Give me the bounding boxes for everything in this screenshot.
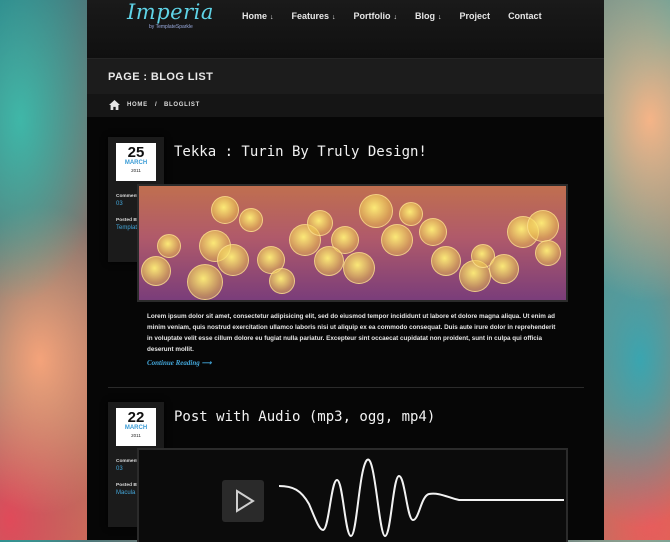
post-title[interactable]: Post with Audio (mp3, ogg, mp4)	[174, 409, 435, 425]
bokeh-circle	[239, 208, 263, 232]
main-nav: Home ↓ Features ↓ Portfolio ↓ Blog ↓ Project…	[242, 11, 560, 21]
bokeh-circle	[535, 240, 561, 266]
bokeh-circle	[431, 246, 461, 276]
nav-item-contact[interactable]: Contact	[508, 11, 542, 21]
breadcrumb-current: BLOGLIST	[164, 102, 200, 108]
post-title[interactable]: Tekka : Turin By Truly Design!	[174, 144, 427, 160]
play-button[interactable]	[222, 480, 264, 522]
chevron-down-icon: ↓	[438, 14, 442, 21]
bokeh-circle	[381, 224, 413, 256]
post-author[interactable]: Macula	[116, 490, 135, 496]
post-excerpt: Lorem ipsum dolor sit amet, consectetur …	[147, 313, 556, 353]
bokeh-circle	[359, 194, 393, 228]
comments-count[interactable]: 03	[116, 466, 123, 472]
nav-item-blog[interactable]: Blog ↓	[415, 11, 442, 21]
bokeh-circle	[419, 218, 447, 246]
logo-text: Imperia	[127, 0, 214, 24]
chevron-down-icon: ↓	[332, 14, 336, 21]
post-month: MARCH	[124, 160, 148, 166]
bokeh-circle	[343, 252, 375, 284]
nav-item-label: Portfolio	[353, 11, 391, 21]
bokeh-circle	[141, 256, 171, 286]
post-month: MARCH	[124, 425, 148, 431]
site-header: Imperia by TemplateSparkle Home ↓ Feature…	[87, 0, 604, 58]
post-day: 22	[127, 409, 145, 426]
breadcrumb-separator: /	[155, 102, 158, 108]
date-card: 25 MARCH 2011	[116, 143, 156, 181]
bokeh-circle	[157, 234, 181, 258]
comments-count[interactable]: 03	[116, 201, 123, 207]
bokeh-circle	[307, 210, 333, 236]
nav-item-features[interactable]: Features ↓	[292, 11, 336, 21]
post-year: 2011	[131, 433, 141, 438]
chevron-down-icon: ↓	[270, 14, 274, 21]
page-container: Imperia by TemplateSparkle Home ↓ Feature…	[87, 0, 604, 542]
audio-player	[137, 448, 568, 542]
bokeh-circle	[217, 244, 249, 276]
post-year: 2011	[131, 168, 141, 173]
nav-item-label: Contact	[508, 11, 542, 21]
bokeh-circle	[187, 264, 223, 300]
waveform-icon	[279, 458, 564, 538]
nav-item-label: Features	[291, 11, 330, 21]
nav-item-portfolio[interactable]: Portfolio ↓	[354, 11, 398, 21]
nav-item-project[interactable]: Project	[460, 11, 491, 21]
logo-subtext: by TemplateSparkle	[149, 24, 193, 30]
nav-item-home[interactable]: Home ↓	[242, 11, 274, 21]
play-icon	[236, 489, 255, 513]
home-icon[interactable]	[109, 100, 120, 110]
nav-item-label: Project	[459, 11, 491, 21]
post-day: 25	[127, 144, 145, 161]
bokeh-circle	[211, 196, 239, 224]
nav-item-label: Blog	[415, 11, 436, 21]
post-image-bokeh[interactable]	[137, 184, 568, 302]
chevron-down-icon: ↓	[393, 14, 398, 21]
page-title: PAGE : BLOG LIST	[108, 71, 214, 83]
title-bar: PAGE : BLOG LIST	[87, 58, 604, 95]
nav-item-label: Home	[242, 11, 268, 21]
continue-reading-link[interactable]: Continue Reading ⟶	[147, 359, 212, 367]
bokeh-circle	[489, 254, 519, 284]
breadcrumb-home-link[interactable]: HOME	[127, 102, 148, 108]
bokeh-circle	[269, 268, 295, 294]
site-logo[interactable]: Imperia by TemplateSparkle	[127, 0, 214, 30]
breadcrumb: HOME / BLOGLIST	[87, 94, 604, 117]
bokeh-circle	[314, 246, 344, 276]
bokeh-circle	[399, 202, 423, 226]
date-card: 22 MARCH 2011	[116, 408, 156, 446]
bokeh-circle	[527, 210, 559, 242]
post-divider	[108, 387, 584, 388]
